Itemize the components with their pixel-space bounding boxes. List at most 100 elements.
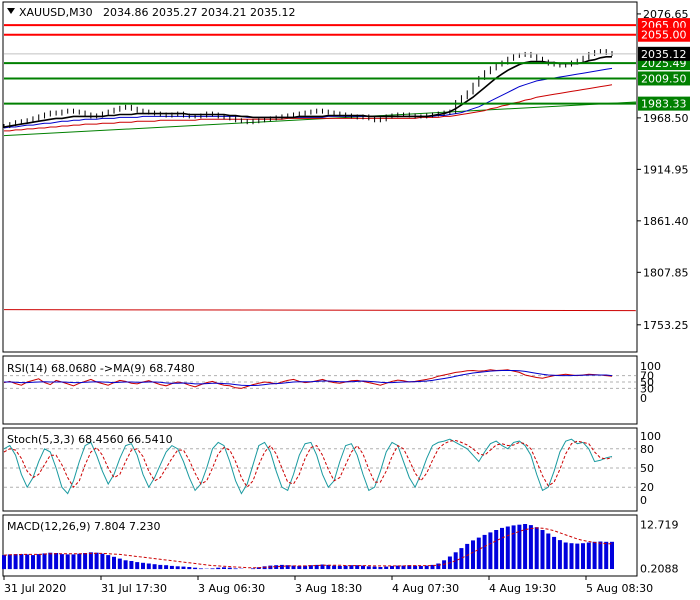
- macd-bar: [494, 530, 499, 570]
- macd-bar: [557, 540, 562, 570]
- macd-bar: [563, 542, 568, 569]
- macd-bar: [598, 541, 603, 570]
- macd-bar: [36, 554, 41, 570]
- macd-tick-label: 0.2088: [640, 562, 679, 575]
- chart-header: XAUUSD,M30 2034.86 2035.27 2034.21 2035.…: [7, 6, 295, 19]
- macd-bar: [418, 565, 423, 569]
- macd-bar: [581, 543, 585, 569]
- macd-bar: [158, 564, 163, 570]
- x-tick-label: 3 Aug 18:30: [295, 582, 362, 595]
- macd-bar: [534, 527, 539, 570]
- macd-bar: [169, 565, 174, 569]
- macd-bar: [210, 568, 215, 570]
- macd-bar: [552, 536, 557, 569]
- macd-bar: [569, 543, 574, 569]
- stoch-tick-label: 100: [640, 430, 661, 443]
- macd-bar: [146, 563, 151, 570]
- macd-bar: [54, 553, 59, 570]
- macd-bar: [332, 565, 337, 570]
- macd-bar: [279, 564, 284, 570]
- ohlc-readout: 2034.86 2035.27 2034.21 2035.12: [103, 6, 295, 19]
- stoch-tick-label: 0: [640, 494, 647, 507]
- macd-bar: [361, 565, 365, 570]
- price-tick-label: 1861.40: [643, 215, 689, 228]
- macd-bar: [19, 554, 24, 570]
- stoch-tick-label: 20: [640, 481, 654, 494]
- x-tick-label: 3 Aug 06:30: [198, 582, 265, 595]
- macd-bar: [88, 552, 93, 570]
- symbol-label: XAUUSD,M30: [19, 6, 93, 19]
- price-tick-label: 2076.65: [643, 8, 689, 21]
- macd-bar: [488, 532, 493, 570]
- macd-bar: [610, 541, 614, 569]
- macd-bar: [233, 568, 238, 570]
- macd-bar: [343, 565, 348, 570]
- macd-bar: [25, 554, 30, 570]
- macd-bar: [384, 566, 389, 569]
- macd-bar: [164, 565, 169, 569]
- macd-bar: [413, 565, 418, 570]
- macd-bar: [77, 553, 82, 570]
- macd-bar: [181, 566, 186, 569]
- macd-bar: [59, 554, 64, 570]
- macd-bar: [500, 527, 504, 570]
- macd-bar: [592, 541, 597, 569]
- stoch-label: Stoch(5,3,3) 68.4560 66.5410: [7, 433, 173, 446]
- macd-bar: [222, 567, 226, 569]
- level-label: 2055.00: [641, 29, 687, 42]
- trading-chart: 2065.002055.002025.492009.501983.332035.…: [2, 1, 690, 595]
- macd-bar: [141, 562, 145, 570]
- price-tick-label: 1753.25: [643, 319, 689, 332]
- macd-bar: [436, 563, 441, 570]
- macd-bar: [227, 567, 232, 570]
- macd-bar: [94, 552, 99, 570]
- macd-bar: [372, 566, 377, 569]
- macd-bar: [106, 555, 111, 570]
- macd-bar: [117, 558, 122, 570]
- macd-bar: [100, 553, 105, 570]
- macd-bar: [523, 524, 528, 569]
- macd-bar: [31, 555, 35, 570]
- macd-bar: [604, 541, 609, 569]
- macd-bar: [123, 560, 128, 569]
- macd-bar: [42, 553, 47, 570]
- macd-bar: [175, 566, 180, 570]
- current-price-label: 2035.12: [641, 48, 687, 61]
- macd-bar: [337, 565, 342, 569]
- macd-bar: [575, 543, 580, 570]
- macd-bar: [424, 565, 429, 570]
- price-tick-label: 1914.95: [643, 163, 689, 176]
- macd-bar: [216, 567, 221, 570]
- macd-tick-label: 12.719: [640, 519, 679, 532]
- macd-bar: [129, 561, 134, 569]
- stoch-tick-label: 50: [640, 462, 654, 475]
- x-tick-label: 5 Aug 08:30: [586, 582, 653, 595]
- macd-bar: [65, 554, 70, 570]
- macd-bar: [2, 555, 6, 570]
- stoch-tick-label: 80: [640, 443, 654, 456]
- macd-bar: [459, 548, 464, 569]
- macd-bar: [48, 552, 53, 570]
- price-pane[interactable]: [2, 1, 638, 353]
- macd-label: MACD(12,26,9) 7.804 7.230: [7, 520, 161, 533]
- macd-bar: [540, 530, 545, 570]
- macd-bar: [471, 540, 475, 569]
- macd-bar: [511, 525, 516, 569]
- macd-bar: [251, 568, 255, 570]
- macd-bar: [505, 526, 510, 570]
- macd-bar: [7, 554, 12, 570]
- x-tick-label: 4 Aug 07:30: [392, 582, 459, 595]
- price-tick-label: 1968.50: [643, 112, 689, 125]
- x-tick-label: 31 Jul 2020: [4, 582, 66, 595]
- macd-bar: [546, 533, 551, 570]
- macd-bar: [187, 567, 192, 570]
- macd-bar: [517, 524, 522, 569]
- macd-bar: [135, 562, 140, 570]
- macd-bar: [71, 554, 76, 570]
- rsi-label: RSI(14) 68.0680 ->MA(9) 68.7480: [7, 362, 195, 375]
- price-tick-label: 1807.85: [643, 266, 689, 279]
- macd-bar: [586, 542, 591, 569]
- macd-bar: [528, 525, 533, 570]
- x-tick-label: 31 Jul 17:30: [101, 582, 167, 595]
- macd-bar: [112, 556, 116, 569]
